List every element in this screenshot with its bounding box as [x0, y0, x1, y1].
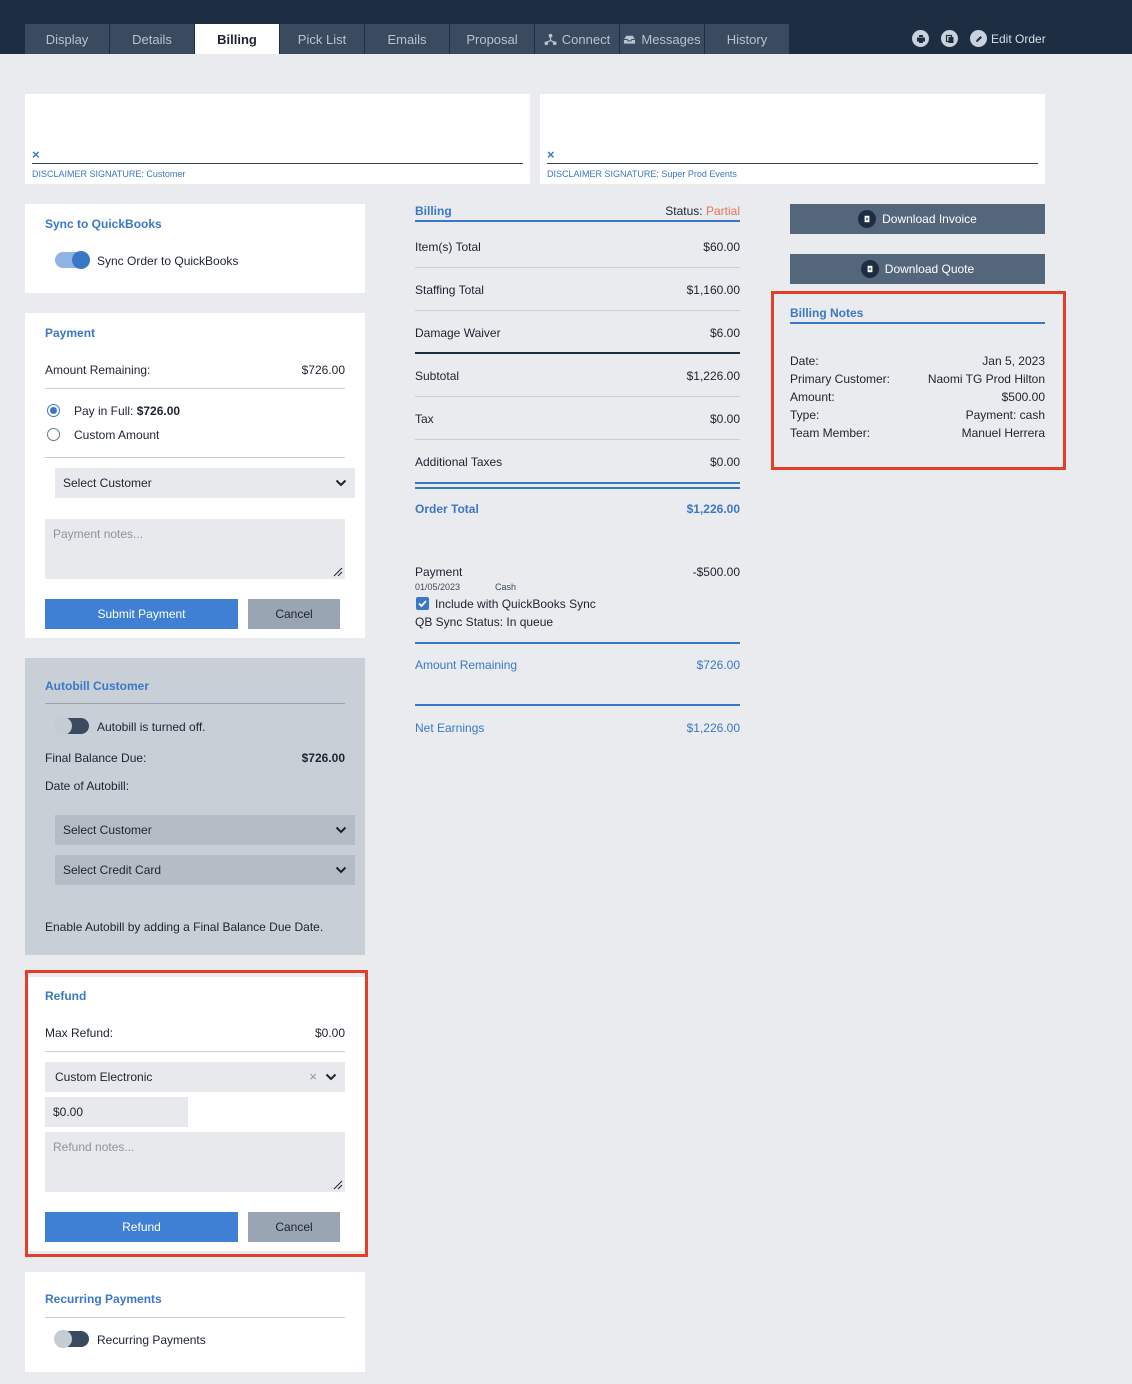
download-quote-button[interactable]: Download Quote [790, 254, 1045, 284]
recurring-title: Recurring Payments [45, 1292, 162, 1306]
customer-signature-box[interactable]: × DISCLAIMER SIGNATURE: Customer [25, 94, 530, 184]
custom-amount-label: Custom Amount [74, 428, 160, 442]
checkmark-icon [418, 600, 427, 608]
customer-signature-caption: DISCLAIMER SIGNATURE: Customer [32, 169, 186, 179]
tab-history[interactable]: History [705, 24, 789, 54]
billing-title: Billing [415, 204, 452, 218]
clear-signature-icon[interactable]: × [547, 147, 555, 162]
order-total-row: Order Total $1,226.00 [415, 502, 740, 516]
pay-in-full-label: Pay in Full: $726.00 [74, 404, 181, 418]
billing-note-row: Type: Payment: cash [790, 408, 1045, 422]
tab-connect[interactable]: Connect [535, 24, 619, 54]
autobill-hint: Enable Autobill by adding a Final Balanc… [45, 920, 324, 934]
billing-row: Tax $0.00 [415, 412, 740, 426]
billing-row: Damage Waiver $6.00 [415, 326, 740, 340]
tab-display[interactable]: Display [25, 24, 109, 54]
document-icon [858, 210, 877, 228]
tab-messages[interactable]: Messages [620, 24, 704, 54]
tab-billing[interactable]: Billing [195, 24, 279, 54]
final-balance-row: Final Balance Due: $726.00 [45, 751, 345, 765]
billing-notes-title: Billing Notes [790, 306, 864, 320]
billing-note-row: Amount: $500.00 [790, 390, 1045, 404]
amount-remaining-row: Amount Remaining: $726.00 [45, 363, 345, 377]
pay-in-full-radio[interactable] [47, 404, 60, 417]
billing-row: Subtotal $1,226.00 [415, 369, 740, 383]
billing-note-row: Date: Jan 5, 2023 [790, 354, 1045, 368]
signature-line [32, 163, 523, 164]
payment-date: 01/05/2023 [415, 582, 461, 592]
autobill-card: Autobill Customer Autobill is turned off… [25, 658, 365, 955]
payment-notes-input[interactable]: Payment notes... [45, 519, 345, 579]
quickbooks-title: Sync to QuickBooks [45, 217, 162, 231]
tab-pick-list[interactable]: Pick List [280, 24, 364, 54]
company-signature-box[interactable]: × DISCLAIMER SIGNATURE: Super Prod Event… [540, 94, 1045, 184]
payment-customer-select[interactable]: Select Customer [55, 468, 355, 498]
tab-bar: Display Details Billing Pick List Emails… [25, 24, 790, 54]
autobill-toggle[interactable] [54, 717, 89, 735]
recurring-toggle-label: Recurring Payments [97, 1333, 206, 1347]
resize-grip-icon[interactable] [331, 565, 343, 577]
net-earnings-row: Net Earnings $1,226.00 [415, 721, 740, 735]
billing-header: Billing Status: Partial [415, 204, 740, 222]
quickbooks-toggle-label: Sync Order to QuickBooks [97, 254, 239, 268]
autobill-customer-select[interactable]: Select Customer [55, 815, 355, 845]
cancel-payment-button[interactable]: Cancel [248, 599, 340, 629]
qb-include-checkbox[interactable] [416, 597, 429, 610]
billing-row: Item(s) Total $60.00 [415, 240, 740, 254]
payment-method: Cash [495, 582, 517, 592]
top-nav: Display Details Billing Pick List Emails… [0, 0, 1132, 54]
autobill-card-select[interactable]: Select Credit Card [55, 855, 355, 885]
copy-icon[interactable] [941, 30, 958, 47]
network-icon [544, 33, 557, 45]
recurring-card: Recurring Payments Recurring Payments [25, 1272, 365, 1372]
document-icon [860, 260, 879, 278]
billing-status: Status: Partial [665, 204, 740, 218]
refund-highlight [25, 970, 368, 1257]
inbox-icon [624, 35, 636, 44]
recurring-toggle[interactable] [54, 1330, 89, 1348]
quickbooks-toggle[interactable] [55, 251, 90, 269]
billing-row: Additional Taxes $0.00 [415, 455, 740, 469]
tab-details[interactable]: Details [110, 24, 194, 54]
amount-remaining-summary: Amount Remaining $726.00 [415, 658, 740, 672]
billing-note-row: Primary Customer: Naomi TG Prod Hilton [790, 372, 1045, 386]
chevron-down-icon [335, 479, 347, 487]
billing-row: Staffing Total $1,160.00 [415, 283, 740, 297]
qb-sync-status: QB Sync Status: In queue [415, 615, 554, 629]
pencil-icon [970, 30, 987, 47]
edit-order-button[interactable]: Edit Order [970, 30, 1046, 47]
top-actions: Edit Order [912, 30, 1046, 47]
signature-line [547, 163, 1038, 164]
print-icon[interactable] [912, 30, 929, 47]
payment-card: Payment Amount Remaining: $726.00 Pay in… [25, 313, 365, 638]
custom-amount-radio[interactable] [47, 428, 60, 441]
autobill-title: Autobill Customer [45, 679, 149, 693]
qb-include-label: Include with QuickBooks Sync [435, 597, 596, 611]
payment-title: Payment [45, 326, 96, 340]
quickbooks-card: Sync to QuickBooks Sync Order to QuickBo… [25, 204, 365, 293]
autobill-toggle-label: Autobill is turned off. [97, 720, 206, 734]
clear-signature-icon[interactable]: × [32, 147, 40, 162]
billing-note-row: Team Member: Manuel Herrera [790, 426, 1045, 440]
submit-payment-button[interactable]: Submit Payment [45, 599, 238, 629]
tab-emails[interactable]: Emails [365, 24, 449, 54]
download-invoice-button[interactable]: Download Invoice [790, 204, 1045, 234]
autobill-date-row: Date of Autobill: [45, 779, 130, 793]
status-badge: Partial [705, 204, 740, 218]
chevron-down-icon [335, 866, 347, 874]
payment-entry-row: Payment -$500.00 [415, 565, 740, 579]
chevron-down-icon [335, 826, 347, 834]
company-signature-caption: DISCLAIMER SIGNATURE: Super Prod Events [547, 169, 737, 179]
tab-proposal[interactable]: Proposal [450, 24, 534, 54]
